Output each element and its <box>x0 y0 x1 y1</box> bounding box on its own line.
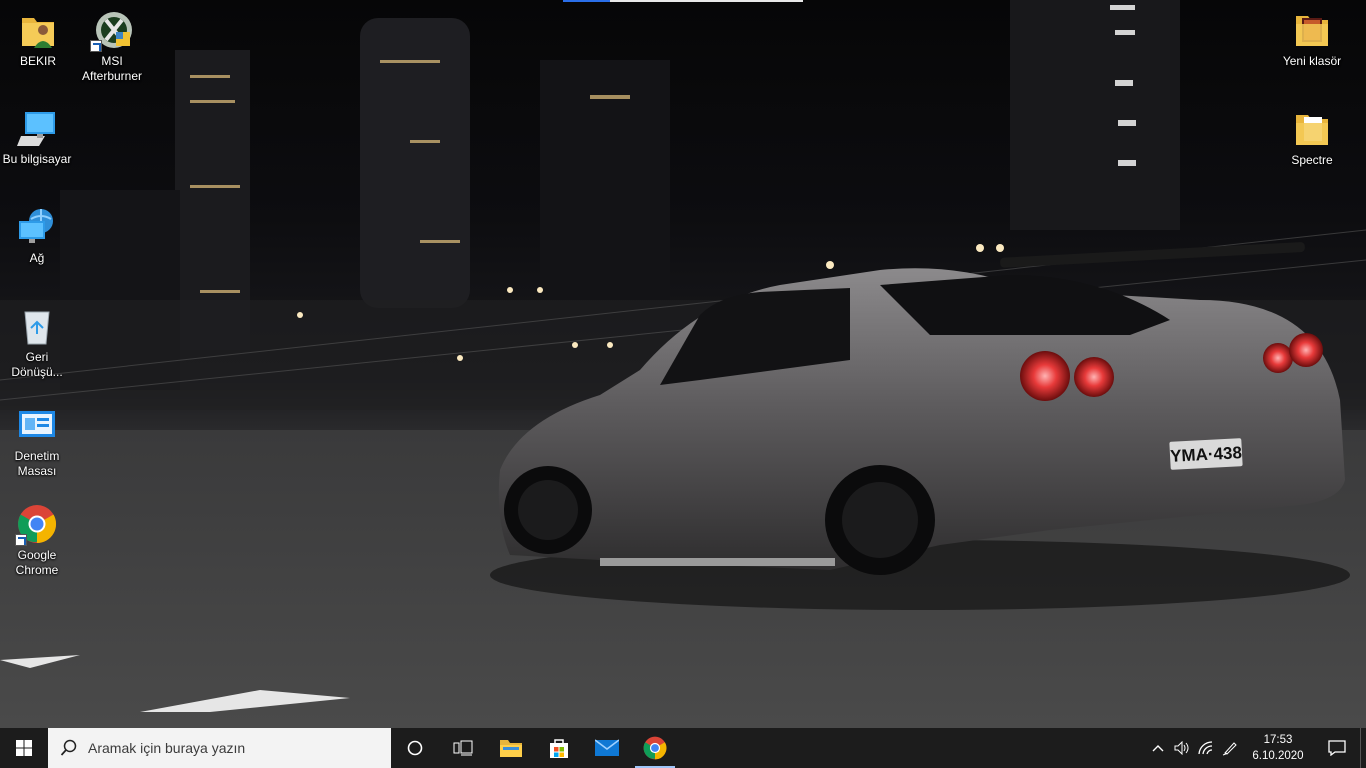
shortcut-arrow-icon <box>15 534 27 546</box>
wifi-icon <box>1198 741 1213 755</box>
speaker-icon <box>1174 741 1189 755</box>
desktop-icon-label: Geri Dönüşü... <box>11 350 63 379</box>
desktop-icon-network[interactable]: Ağ <box>0 207 75 266</box>
wallpaper-art: YMA·438 <box>0 0 1366 728</box>
desktop-icon-new-folder[interactable]: Yeni klasör <box>1274 10 1350 69</box>
windows-logo-icon <box>16 740 32 756</box>
desktop-icon-this-pc[interactable]: Bu bilgisayar <box>0 108 75 167</box>
desktop-icon-label: Yeni klasör <box>1282 54 1342 68</box>
desktop-icon-recycle-bin[interactable]: Geri Dönüşü... <box>0 306 75 380</box>
cortana-circle-icon <box>407 740 423 756</box>
desktop-icon-label: Ağ <box>29 251 45 265</box>
folder-icon <box>1292 10 1332 50</box>
mail-button[interactable] <box>583 728 631 768</box>
store-icon <box>550 739 568 758</box>
search-placeholder: Aramak için buraya yazın <box>88 740 246 756</box>
license-plate-text: YMA·438 <box>1170 443 1243 466</box>
desktop-icon-msi-afterburner[interactable]: MSI Afterburner <box>74 10 150 84</box>
desktop-icon-label: MSI Afterburner <box>81 54 143 83</box>
system-tray: 17:53 6.10.2020 <box>1146 728 1366 768</box>
pen-workspace-button[interactable] <box>1218 728 1242 768</box>
desktop-icon-google-chrome[interactable]: Google Chrome <box>0 504 75 578</box>
task-view-button[interactable] <box>439 728 487 768</box>
chevron-up-icon <box>1152 745 1164 752</box>
clock-time: 17:53 <box>1263 734 1293 746</box>
desktop-icon-label: Google Chrome <box>15 548 59 577</box>
desktop-icon-label: Denetim Masası <box>14 449 60 478</box>
microsoft-store-button[interactable] <box>535 728 583 768</box>
start-button[interactable] <box>0 728 48 768</box>
folder-icon <box>1292 109 1332 149</box>
action-center-button[interactable] <box>1314 728 1360 768</box>
clock[interactable]: 17:53 6.10.2020 <box>1242 732 1314 764</box>
mail-icon <box>595 739 619 756</box>
cortana-button[interactable] <box>391 728 439 768</box>
volume-button[interactable] <box>1170 728 1194 768</box>
shortcut-arrow-icon <box>90 40 102 52</box>
file-explorer-icon <box>500 740 522 757</box>
chrome-icon <box>15 504 57 546</box>
chrome-icon <box>643 736 667 760</box>
desktop-icon-label: BEKIR <box>19 54 56 68</box>
notification-icon <box>1328 740 1346 756</box>
snap-progress <box>563 0 610 2</box>
taskbar-search-box[interactable]: Aramak için buraya yazın <box>48 728 391 768</box>
task-view-icon <box>453 740 473 756</box>
search-icon <box>60 739 77 756</box>
chrome-taskbar-button[interactable] <box>631 728 679 768</box>
desktop-icon-bekir[interactable]: BEKIR <box>0 10 76 69</box>
clock-date: 6.10.2020 <box>1252 750 1304 762</box>
desktop-icon-label: Bu bilgisayar <box>2 152 72 166</box>
file-explorer-button[interactable] <box>487 728 535 768</box>
show-hidden-icons-button[interactable] <box>1146 728 1170 768</box>
user-folder-icon <box>18 10 58 50</box>
msi-afterburner-icon <box>90 10 132 52</box>
network-icon <box>17 207 57 247</box>
desktop-icon-control-panel[interactable]: Denetim Masası <box>0 405 75 479</box>
control-panel-icon <box>17 405 57 445</box>
computer-icon <box>17 108 57 148</box>
desktop-wallpaper: YMA·438 <box>0 0 1366 728</box>
desktop-icon-spectre[interactable]: Spectre <box>1274 109 1350 168</box>
pen-icon <box>1222 742 1237 756</box>
recycle-bin-icon <box>17 306 57 346</box>
show-desktop-button[interactable] <box>1360 728 1366 768</box>
top-snap-indicator <box>563 0 803 2</box>
network-button[interactable] <box>1194 728 1218 768</box>
desktop-icon-label: Spectre <box>1291 153 1333 167</box>
taskbar: Aramak için buraya yazın 17:53 6.10.2020 <box>0 728 1366 768</box>
